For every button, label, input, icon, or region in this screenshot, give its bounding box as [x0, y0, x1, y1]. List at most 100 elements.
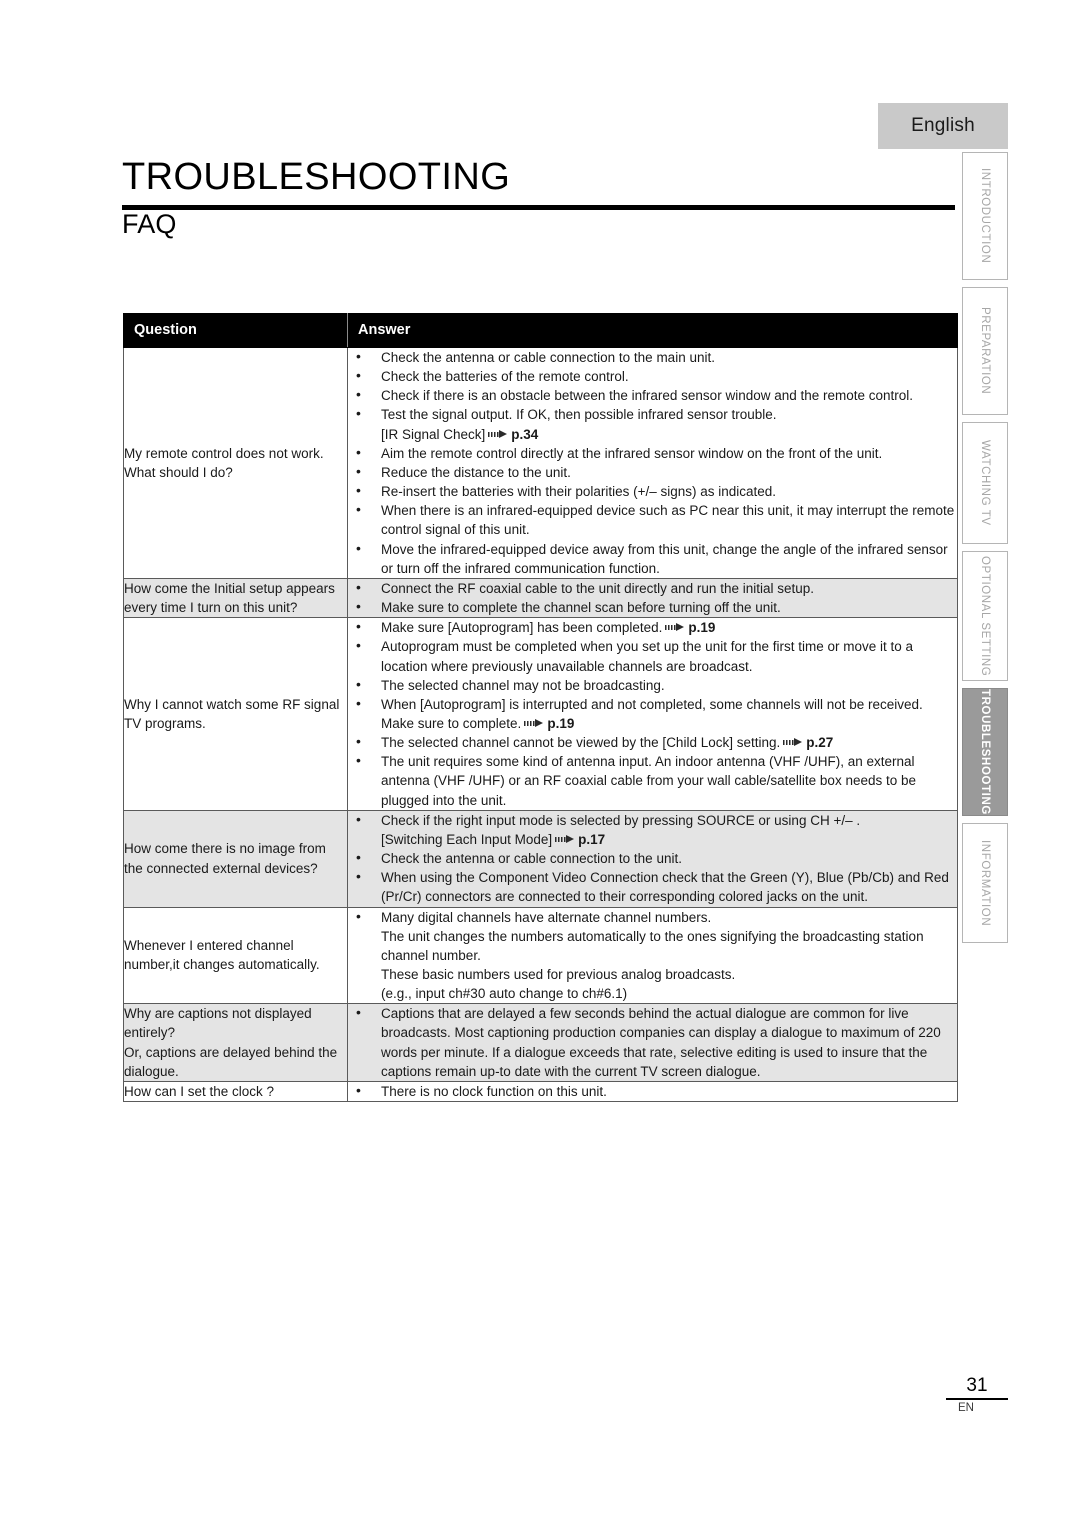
faq-table: Question Answer My remote control does n… [123, 313, 958, 1103]
answer-continuation-line: [IR Signal Check] p.34 [348, 425, 957, 444]
answer-text: Make sure [Autoprogram] has been complet… [381, 620, 663, 636]
question-cell: How come the Initial setup appears every… [123, 577, 348, 619]
answer-bullet-item: When using the Component Video Connectio… [348, 867, 957, 906]
sidebar-tab-optional-setting[interactable]: OPTIONAL SETTING [962, 551, 1008, 681]
answer-bullet-item: Autoprogram must be completed when you s… [348, 636, 957, 675]
page-reference-arrow-icon [555, 834, 575, 844]
answer-list: Connect the RF coaxial cable to the unit… [348, 578, 957, 617]
question-line: How come there is no image from the conn… [124, 841, 326, 876]
page-number: 31 [966, 1375, 988, 1396]
answer-continuation-line: The unit changes the numbers automatical… [381, 928, 924, 963]
answer-bullet-item: Make sure [Autoprogram] has been complet… [348, 617, 957, 637]
page-reference-label: p.17 [578, 831, 606, 847]
answer-list: Check the antenna or cable connection to… [348, 347, 957, 578]
page-title: TROUBLESHOOTING [122, 156, 511, 198]
question-line: Why are captions not displayed entirely? [124, 1006, 312, 1041]
page-reference-label: p.19 [547, 715, 575, 731]
question-line: How can I set the clock ? [124, 1083, 275, 1099]
answer-bullet-item: When [Autoprogram] is interrupted and no… [348, 694, 957, 733]
page-number-rule [946, 1398, 1008, 1400]
table-row: Why I cannot watch some RF signal TV pro… [123, 617, 958, 811]
table-row: How can I set the clock ? There is no clo… [123, 1081, 958, 1103]
answer-bullet-item: Reduce the distance to the unit. [348, 462, 957, 482]
answer-bullet-item: Check if there is an obstacle between th… [348, 385, 957, 405]
answer-bullet-item: When there is an infrared-equipped devic… [348, 500, 957, 539]
answer-bullet-item: Aim the remote control directly at the i… [348, 443, 957, 463]
answer-bullet-item: Check if the right input mode is selecte… [348, 810, 957, 830]
page-reference-arrow-icon [665, 623, 685, 632]
answer-cell: Many digital channels have alternate cha… [347, 907, 958, 1005]
answer-cell: Captions that are delayed a few seconds … [347, 1003, 958, 1082]
sidebar-tab-label: PREPARATION [979, 307, 991, 395]
question-line: Whenever I entered channel number,it cha… [124, 938, 320, 973]
answer-list: Captions that are delayed a few seconds … [348, 1003, 957, 1081]
answer-bullet-item: The unit requires some kind of antenna i… [348, 751, 957, 809]
table-row: How come the Initial setup appears every… [123, 577, 958, 619]
question-line: My remote control does not work. [124, 445, 324, 461]
answer-text: When [Autoprogram] is interrupted and no… [381, 696, 923, 731]
table-header-row: Question Answer [123, 313, 958, 348]
answer-text: [Switching Each Input Mode] [381, 831, 553, 847]
table-body: My remote control does not work. What sho… [123, 347, 958, 1103]
sidebar-tab-label: INFORMATION [979, 839, 991, 927]
answer-bullet-item: Re-insert the batteries with their polar… [348, 481, 957, 501]
answer-continuation-line: These basic numbers used for previous an… [381, 967, 736, 982]
question-cell: My remote control does not work. What sho… [123, 347, 348, 579]
answer-cell: There is no clock function on this unit. [347, 1081, 958, 1103]
answer-bullet-item: Many digital channels have alternate cha… [348, 907, 957, 927]
page-reference-arrow-icon [524, 718, 544, 728]
question-line: Why I cannot watch some RF signal TV pro… [124, 696, 340, 731]
sidebar-tab-preparation[interactable]: PREPARATION [962, 287, 1008, 415]
answer-bullet-item: The selected channel cannot be viewed by… [348, 732, 957, 752]
table-row: My remote control does not work. What sho… [123, 347, 958, 579]
column-header-question: Question [123, 313, 348, 348]
question-cell: Whenever I entered channel number,it cha… [123, 906, 348, 1005]
table-row: Whenever I entered channel number,it cha… [123, 906, 958, 1005]
answer-continuation-line: (e.g., input ch#30 auto change to ch#6.1… [381, 986, 628, 1002]
table-row: How come there is no image from the conn… [123, 809, 958, 908]
sidebar-tab-label: INTRODUCTION [979, 168, 991, 264]
answer-bullet-item: Check the batteries of the remote contro… [348, 366, 957, 386]
answer-cell: Check the antenna or cable connection to… [347, 347, 958, 579]
question-line: What should I do? [124, 464, 233, 480]
section-tab-rail: INTRODUCTION PREPARATION WATCHING TV OPTION… [962, 152, 1008, 950]
answer-cell: Make sure [Autoprogram] has been complet… [347, 617, 958, 811]
answer-continuation-line: [Switching Each Input Mode] p.17 [348, 830, 957, 849]
answer-list: Make sure [Autoprogram] has been complet… [348, 617, 957, 810]
answer-bullet-item: Captions that are delayed a few seconds … [348, 1003, 957, 1081]
question-cell: Why are captions not displayed entirely?… [123, 1003, 348, 1082]
section-heading: FAQ [122, 209, 177, 239]
sidebar-tab-watching-tv[interactable]: WATCHING TV [962, 422, 1008, 544]
document-page: English TROUBLESHOOTING FAQ Question Ans… [0, 0, 1080, 1527]
page-language-code: EN [958, 1402, 974, 1414]
answer-bullet-item: There is no clock function on this unit. [348, 1081, 957, 1101]
question-cell: Why I cannot watch some RF signal TV pro… [123, 617, 348, 811]
question-cell: How come there is no image from the conn… [123, 809, 348, 908]
page-reference-label: p.27 [806, 735, 834, 751]
question-line: Or, captions are delayed behind the dial… [124, 1044, 338, 1079]
answer-list: Many digital channels have alternate cha… [348, 907, 957, 1004]
question-line: How come the Initial setup appears every… [124, 580, 335, 616]
sidebar-tab-label: WATCHING TV [979, 440, 991, 526]
language-badge: English [878, 103, 1008, 149]
answer-bullet-item: Make sure to complete the channel scan b… [348, 597, 957, 617]
column-header-answer: Answer [347, 313, 958, 348]
page-reference-label: p.34 [511, 426, 539, 442]
sidebar-tab-label: TROUBLESHOOTING [979, 689, 991, 815]
table-row: Why are captions not displayed entirely?… [123, 1003, 958, 1082]
answer-bullet-item: Check the antenna or cable connection to… [348, 848, 957, 868]
answer-text: The selected channel cannot be viewed by… [381, 735, 781, 751]
answer-list: Check if the right input mode is selecte… [348, 810, 957, 907]
page-reference-label: p.19 [688, 620, 716, 636]
answer-text: [IR Signal Check] [381, 426, 486, 442]
answer-bullet-item: Test the signal output. If OK, then poss… [348, 404, 957, 424]
sidebar-tab-label: OPTIONAL SETTING [979, 555, 991, 677]
page-reference-arrow-icon [783, 738, 803, 747]
sidebar-tab-troubleshooting[interactable]: TROUBLESHOOTING [962, 688, 1008, 816]
page-reference-arrow-icon [488, 429, 508, 439]
sidebar-tab-introduction[interactable]: INTRODUCTION [962, 152, 1008, 280]
answer-cell: Check if the right input mode is selecte… [347, 810, 958, 908]
answer-cell: Connect the RF coaxial cable to the unit… [347, 578, 958, 619]
answer-bullet-item: The selected channel may not be broadcas… [348, 675, 957, 695]
sidebar-tab-information[interactable]: INFORMATION [962, 823, 1008, 943]
